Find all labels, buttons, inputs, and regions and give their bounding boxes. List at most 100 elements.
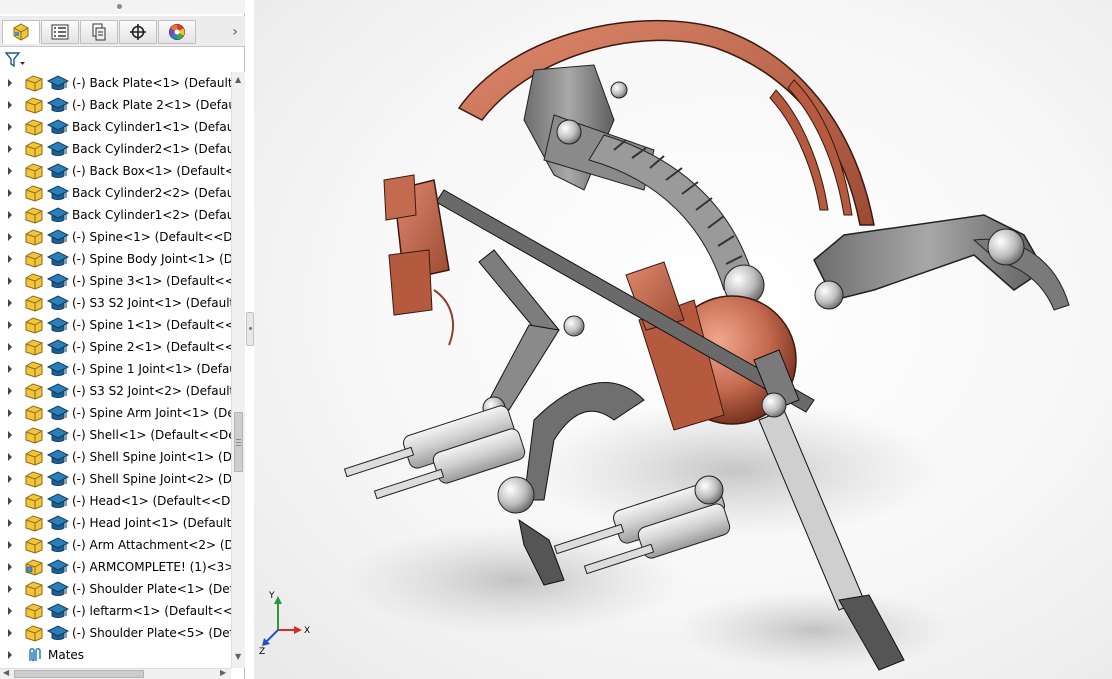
tree-item[interactable]: (-) Back Box<1> (Default<< xyxy=(0,160,231,182)
tree-item[interactable]: (-) Back Plate 2<1> (Defaul xyxy=(0,94,231,116)
tree-item[interactable]: (-) Shell Spine Joint<1> (De xyxy=(0,446,231,468)
graduation-cap-icon xyxy=(47,581,69,596)
tree-item[interactable]: (-) leftarm<1> (Default<<D xyxy=(0,600,231,622)
spine[interactable] xyxy=(588,134,755,291)
tree-item-label: (-) Shoulder Plate<1> (Defa xyxy=(72,582,231,596)
dimxpert-tab[interactable] xyxy=(119,20,157,44)
expand-arrow-icon[interactable] xyxy=(6,121,14,133)
expand-arrow-icon[interactable] xyxy=(6,517,14,529)
expand-arrow-icon[interactable] xyxy=(6,209,14,221)
tree-item[interactable]: (-) Spine<1> (Default<<De xyxy=(0,226,231,248)
property-list-icon xyxy=(51,24,69,40)
part-icon xyxy=(25,273,43,290)
expand-arrow-icon[interactable] xyxy=(6,539,14,551)
tree-item[interactable]: (-) Back Plate<1> (Default< xyxy=(0,72,231,94)
graduation-cap-icon xyxy=(47,295,69,310)
property-manager-tab[interactable] xyxy=(41,20,79,44)
tree-item-label: Back Cylinder1<2> (Default xyxy=(72,208,231,222)
tree-item[interactable]: (-) Spine 1 Joint<1> (Defau xyxy=(0,358,231,380)
tree-item[interactable]: (-) Spine 2<1> (Default<<D xyxy=(0,336,231,358)
graduation-cap-icon xyxy=(47,493,69,508)
scroll-left-arrow-icon[interactable]: ◀ xyxy=(3,668,9,677)
expand-arrow-icon[interactable] xyxy=(6,627,14,639)
tree-item[interactable]: (-) Shoulder Plate<1> (Defa xyxy=(0,578,231,600)
panel-collapse-handle[interactable] xyxy=(0,0,245,14)
scroll-down-arrow-icon[interactable]: ▼ xyxy=(235,652,241,661)
expand-arrow-icon[interactable] xyxy=(6,253,14,265)
expand-arrow-icon[interactable] xyxy=(6,407,14,419)
tree-horizontal-scrollbar[interactable]: ◀ ▶ xyxy=(0,668,231,679)
part-icon xyxy=(25,449,43,466)
tree-item[interactable]: (-) Head Joint<1> (Default< xyxy=(0,512,231,534)
part-icon xyxy=(25,603,43,620)
expand-arrow-icon[interactable] xyxy=(6,561,14,573)
tree-item[interactable]: Back Cylinder2<2> (Default xyxy=(0,182,231,204)
graduation-cap-icon xyxy=(47,559,69,574)
tree-item[interactable]: (-) Shell Spine Joint<2> (De xyxy=(0,468,231,490)
tree-item[interactable]: Back Cylinder2<1> (Default xyxy=(0,138,231,160)
expand-arrow-icon[interactable] xyxy=(6,341,14,353)
tree-item-label: Back Cylinder1<1> (Default xyxy=(72,120,231,134)
head[interactable] xyxy=(723,214,1070,311)
tree-vertical-scrollbar[interactable]: ▲ ▼ xyxy=(231,72,245,668)
tree-item-label: (-) Shell Spine Joint<1> (De xyxy=(72,450,231,464)
tree-item[interactable]: (-) ARMCOMPLETE! (1)<3> xyxy=(0,556,231,578)
expand-arrow-icon[interactable] xyxy=(6,319,14,331)
expand-arrow-icon[interactable] xyxy=(6,143,14,155)
expand-arrow-icon[interactable] xyxy=(6,451,14,463)
expand-arrow-icon[interactable] xyxy=(6,77,14,89)
expand-arrow-icon[interactable] xyxy=(6,363,14,375)
expand-arrow-icon[interactable] xyxy=(6,275,14,287)
tree-item-label: (-) leftarm<1> (Default<<D xyxy=(72,604,231,618)
expand-arrow-icon[interactable] xyxy=(6,605,14,617)
tree-item[interactable]: (-) Shoulder Plate<5> (Defa xyxy=(0,622,231,644)
expand-arrow-icon[interactable] xyxy=(6,165,14,177)
expand-arrow-icon[interactable] xyxy=(6,473,14,485)
tree-item-label: (-) Spine 2<1> (Default<<D xyxy=(72,340,231,354)
filter-funnel-icon[interactable] xyxy=(5,52,27,68)
tab-scroll-right-button[interactable]: › xyxy=(229,24,241,40)
graduation-cap-icon xyxy=(47,185,69,200)
tree-item-label: Back Cylinder2<2> (Default xyxy=(72,186,231,200)
expand-arrow-icon[interactable] xyxy=(6,297,14,309)
expand-arrow-icon[interactable] xyxy=(6,429,14,441)
tree-item[interactable]: (-) Spine Arm Joint<1> (De xyxy=(0,402,231,424)
tree-item[interactable]: (-) Spine Body Joint<1> (De xyxy=(0,248,231,270)
tree-item[interactable]: (-) Shell<1> (Default<<Defa xyxy=(0,424,231,446)
graduation-cap-icon xyxy=(47,75,69,90)
tree-item-mates[interactable]: Mates xyxy=(0,644,231,666)
tree-item[interactable]: (-) Head<1> (Default<<Def xyxy=(0,490,231,512)
tree-item[interactable]: Back Cylinder1<1> (Default xyxy=(0,116,231,138)
expand-arrow-icon[interactable] xyxy=(6,649,14,661)
graduation-cap-icon xyxy=(47,405,69,420)
graduation-cap-icon xyxy=(47,141,69,156)
tree-item[interactable]: (-) Arm Attachment<2> (De xyxy=(0,534,231,556)
droideka-assembly-model[interactable] xyxy=(254,0,1112,679)
expand-arrow-icon[interactable] xyxy=(6,187,14,199)
axis-triad[interactable]: Y X Z xyxy=(258,590,318,656)
panel-splitter-handle[interactable] xyxy=(246,312,254,346)
vertical-scroll-thumb[interactable] xyxy=(234,412,243,472)
left-blaster-arm[interactable] xyxy=(343,404,526,500)
graphics-viewport[interactable]: Y X Z xyxy=(254,0,1112,679)
tree-item[interactable]: (-) S3 S2 Joint<2> (Default< xyxy=(0,380,231,402)
horizontal-scroll-thumb[interactable] xyxy=(14,670,144,678)
scroll-right-arrow-icon[interactable]: ▶ xyxy=(220,668,226,677)
expand-arrow-icon[interactable] xyxy=(6,385,14,397)
tree-item[interactable]: (-) Spine 1<1> (Default<<D xyxy=(0,314,231,336)
part-icon xyxy=(25,185,43,202)
scroll-up-arrow-icon[interactable]: ▲ xyxy=(235,75,241,84)
feature-manager-tab[interactable] xyxy=(2,20,40,44)
appearance-color-wheel-icon xyxy=(169,24,185,40)
expand-arrow-icon[interactable] xyxy=(6,495,14,507)
tree-item[interactable]: (-) Spine 3<1> (Default<<D xyxy=(0,270,231,292)
tree-item[interactable]: Back Cylinder1<2> (Default xyxy=(0,204,231,226)
display-manager-tab[interactable] xyxy=(158,20,196,44)
configuration-manager-tab[interactable] xyxy=(80,20,118,44)
tree-item[interactable]: (-) S3 S2 Joint<1> (Default< xyxy=(0,292,231,314)
expand-arrow-icon[interactable] xyxy=(6,583,14,595)
expand-arrow-icon[interactable] xyxy=(6,99,14,111)
part-icon xyxy=(25,493,43,510)
tree-item-label: (-) Head Joint<1> (Default< xyxy=(72,516,231,530)
expand-arrow-icon[interactable] xyxy=(6,231,14,243)
